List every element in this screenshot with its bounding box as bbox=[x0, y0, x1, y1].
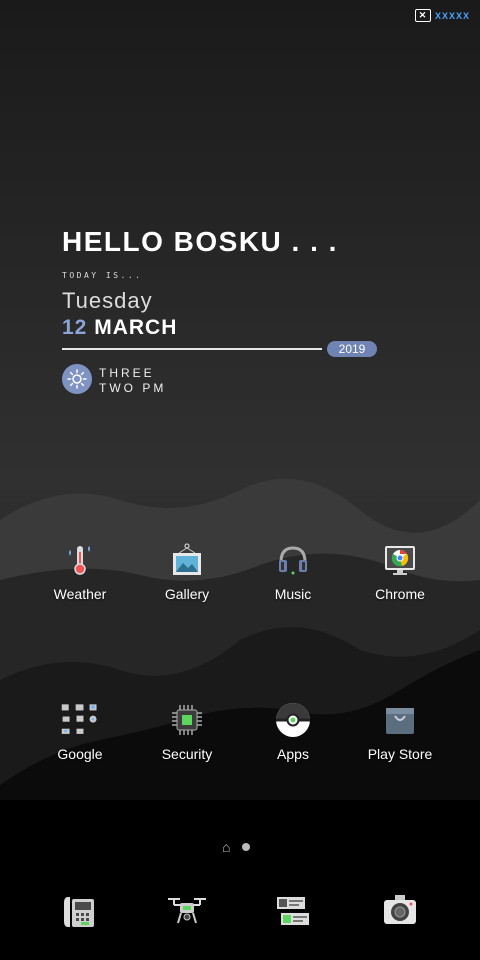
picture-frame-icon bbox=[167, 540, 207, 580]
home-page-icon[interactable]: ⌂ bbox=[222, 840, 230, 854]
headphones-icon bbox=[273, 540, 313, 580]
app-label: Security bbox=[161, 746, 213, 762]
dock-drone[interactable] bbox=[164, 888, 210, 934]
google-apps-grid-icon bbox=[60, 700, 100, 740]
chrome-monitor-icon bbox=[380, 540, 420, 580]
close-icon[interactable]: ✕ bbox=[414, 9, 431, 22]
app-apps[interactable]: Apps bbox=[243, 700, 343, 762]
app-chrome[interactable]: Chrome bbox=[350, 540, 450, 602]
phone-icon bbox=[64, 897, 94, 927]
pokeball-icon bbox=[273, 700, 313, 740]
app-label: Chrome bbox=[375, 586, 425, 602]
app-security[interactable]: Security bbox=[137, 700, 237, 762]
page-dot[interactable] bbox=[242, 843, 251, 851]
app-label: Music bbox=[274, 586, 312, 602]
page-indicator[interactable]: ⌂ bbox=[222, 840, 251, 854]
app-google[interactable]: Google bbox=[30, 700, 130, 762]
greeting: HELLO BOSKU . . . bbox=[62, 226, 338, 257]
time-minute: TWO PM bbox=[99, 381, 167, 395]
app-label: Play Store bbox=[367, 746, 433, 762]
app-label: Gallery bbox=[164, 586, 210, 602]
dock-camera[interactable] bbox=[377, 888, 423, 934]
ad-badge[interactable]: ✕ XXXXX bbox=[414, 9, 470, 22]
divider bbox=[62, 348, 322, 350]
thermometer-icon bbox=[60, 540, 100, 580]
dock-messages[interactable] bbox=[270, 888, 316, 934]
app-label: Apps bbox=[277, 746, 309, 762]
date-day: 12 bbox=[62, 316, 88, 339]
messages-icon bbox=[277, 897, 309, 925]
camera-icon bbox=[384, 895, 416, 924]
time-hour: THREE bbox=[99, 366, 155, 380]
app-label: Weather bbox=[53, 586, 107, 602]
today-is-label: TODAY IS... bbox=[62, 271, 143, 280]
app-gallery[interactable]: Gallery bbox=[137, 540, 237, 602]
weekday: Tuesday bbox=[62, 288, 153, 313]
drone-icon bbox=[168, 898, 206, 924]
ad-label[interactable]: XXXXX bbox=[435, 11, 470, 21]
chip-icon bbox=[167, 700, 207, 740]
app-music[interactable]: Music bbox=[243, 540, 343, 602]
dock-phone[interactable] bbox=[57, 888, 103, 934]
year-badge: 2019 bbox=[327, 341, 377, 357]
sun-icon[interactable] bbox=[62, 364, 92, 394]
app-label: Google bbox=[57, 746, 103, 762]
app-weather[interactable]: Weather bbox=[30, 540, 130, 602]
shopping-bag-icon bbox=[380, 700, 420, 740]
date-month: MARCH bbox=[94, 316, 178, 339]
app-play-store[interactable]: Play Store bbox=[350, 700, 450, 762]
date: 12 MARCH bbox=[62, 316, 177, 340]
